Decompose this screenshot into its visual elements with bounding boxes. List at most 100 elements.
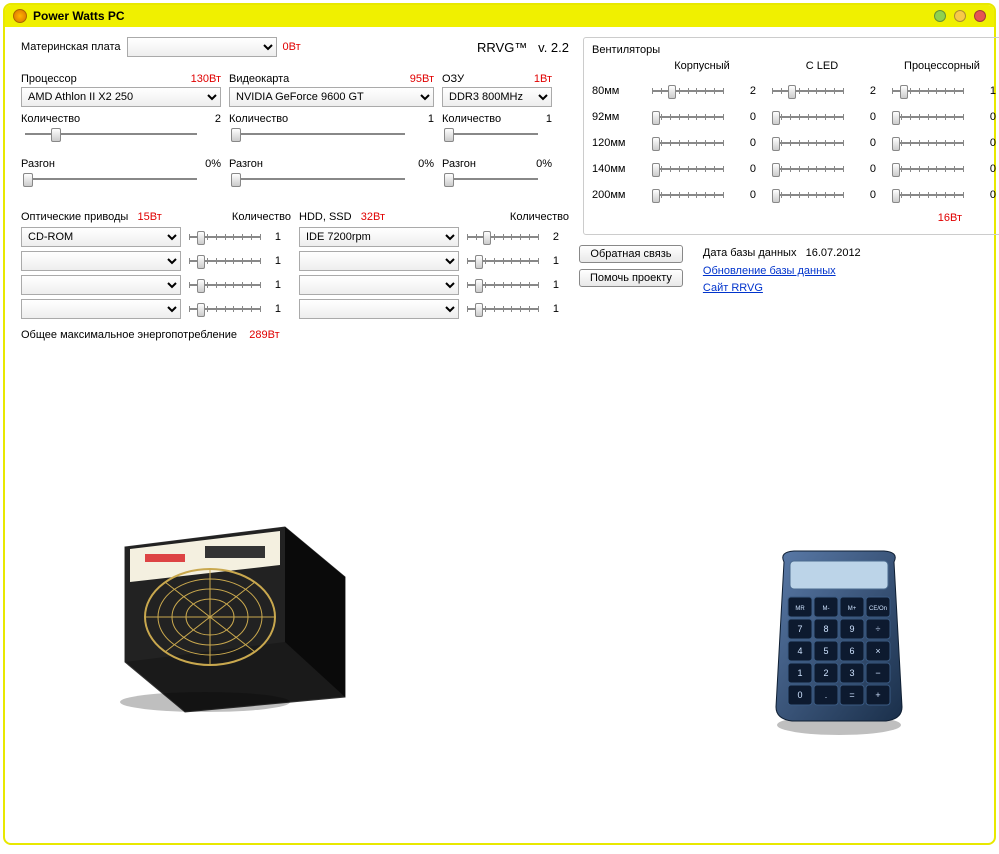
hdd-row: 1 (299, 251, 569, 271)
mobo-select[interactable] (127, 37, 277, 57)
svg-text:MR: MR (795, 606, 805, 612)
cpu-oc-label: Разгон (21, 158, 55, 170)
cpu-select[interactable]: AMD Athlon II X2 250 (21, 87, 221, 107)
hdd-qty-label: Количество (510, 211, 569, 223)
optical-select-1[interactable] (21, 251, 181, 271)
fan-size-label: 80мм (592, 85, 642, 97)
fan-value: 2 (750, 85, 756, 97)
gpu-oc-slider[interactable] (229, 170, 409, 188)
ram-oc-slider[interactable] (442, 170, 542, 188)
svg-text:M+: M+ (848, 606, 857, 612)
hdd-qty-2: 1 (547, 279, 559, 291)
slider[interactable] (768, 82, 848, 100)
slider[interactable] (768, 134, 848, 152)
fan-value: 0 (870, 163, 876, 175)
fan-cell: 0 (642, 184, 762, 206)
ram-qty-label: Количество (442, 113, 501, 125)
optical-watts: 15Вт (138, 211, 162, 223)
slider[interactable] (185, 300, 265, 318)
hdd-select-1[interactable] (299, 251, 459, 271)
slider[interactable] (463, 228, 543, 246)
slider[interactable] (768, 108, 848, 126)
slider[interactable] (463, 252, 543, 270)
cpu-qty-slider[interactable] (21, 125, 201, 143)
gpu-qty: 1 (428, 113, 434, 125)
slider[interactable] (648, 82, 728, 100)
slider[interactable] (648, 134, 728, 152)
close-icon[interactable] (974, 10, 986, 22)
svg-text:−: − (875, 668, 880, 678)
fan-cell: 1 (882, 80, 999, 102)
site-link[interactable]: Сайт RRVG (703, 282, 763, 294)
slider[interactable] (648, 186, 728, 204)
gpu-label: Видеокарта (229, 73, 289, 85)
fan-size-label: 200мм (592, 189, 642, 201)
optical-select-3[interactable] (21, 299, 181, 319)
slider[interactable] (888, 108, 968, 126)
ram-oc-label: Разгон (442, 158, 476, 170)
slider[interactable] (463, 276, 543, 294)
minimize-icon[interactable] (934, 10, 946, 22)
slider[interactable] (463, 300, 543, 318)
ram-select[interactable]: DDR3 800MHz (442, 87, 552, 107)
fan-value: 0 (990, 189, 996, 201)
cpu-oc-slider[interactable] (21, 170, 201, 188)
optical-select-2[interactable] (21, 275, 181, 295)
mobo-label: Материнская плата (21, 41, 121, 53)
slider[interactable] (648, 160, 728, 178)
fan-value: 0 (750, 111, 756, 123)
fan-value: 0 (870, 111, 876, 123)
slider[interactable] (888, 160, 968, 178)
slider[interactable] (185, 228, 265, 246)
slider[interactable] (888, 186, 968, 204)
optical-row: 1 (21, 251, 291, 271)
fan-cell: 2 (762, 80, 882, 102)
fan-cell: 0 (882, 158, 999, 180)
fan-value: 0 (990, 163, 996, 175)
svg-text:.: . (825, 690, 828, 700)
fan-cell: 0 (762, 132, 882, 154)
svg-text:5: 5 (823, 646, 828, 656)
fans-title: Вентиляторы (592, 44, 999, 56)
slider[interactable] (768, 186, 848, 204)
ram-qty-slider[interactable] (442, 125, 542, 143)
slider[interactable] (185, 276, 265, 294)
fan-cell: 0 (882, 132, 999, 154)
donate-button[interactable]: Помочь проекту (579, 269, 683, 287)
ram-qty: 1 (546, 113, 552, 125)
fan-size-label: 92мм (592, 111, 642, 123)
svg-text:M-: M- (823, 606, 830, 612)
window-title: Power Watts PC (33, 9, 125, 23)
slider[interactable] (888, 82, 968, 100)
fan-cell: 0 (882, 184, 999, 206)
fan-cell: 0 (642, 132, 762, 154)
hdd-select-0[interactable]: IDE 7200rpm (299, 227, 459, 247)
ram-watts: 1Вт (534, 73, 552, 85)
optical-qty-0: 1 (269, 231, 281, 243)
titlebar[interactable]: Power Watts PC (5, 5, 994, 27)
gpu-select[interactable]: NVIDIA GeForce 9600 GT (229, 87, 434, 107)
slider[interactable] (185, 252, 265, 270)
slider[interactable] (648, 108, 728, 126)
feedback-button[interactable]: Обратная связь (579, 245, 683, 263)
hdd-select-2[interactable] (299, 275, 459, 295)
fan-col-header: Корпусный (642, 60, 762, 76)
db-date: 16.07.2012 (806, 247, 861, 259)
window-controls (934, 10, 986, 22)
fan-cell: 0 (882, 106, 999, 128)
optical-qty-label: Количество (232, 211, 291, 223)
slider[interactable] (888, 134, 968, 152)
gpu-qty-label: Количество (229, 113, 288, 125)
maximize-icon[interactable] (954, 10, 966, 22)
optical-select-0[interactable]: CD-ROM (21, 227, 181, 247)
fan-cell: 2 (642, 80, 762, 102)
fan-value: 0 (990, 111, 996, 123)
svg-text:4: 4 (797, 646, 802, 656)
fan-size-label: 120мм (592, 137, 642, 149)
hdd-select-3[interactable] (299, 299, 459, 319)
gpu-qty-slider[interactable] (229, 125, 409, 143)
db-date-label: Дата базы данных (703, 247, 797, 259)
slider[interactable] (768, 160, 848, 178)
psu-image (95, 487, 375, 720)
update-db-link[interactable]: Обновление базы данных (703, 265, 836, 277)
